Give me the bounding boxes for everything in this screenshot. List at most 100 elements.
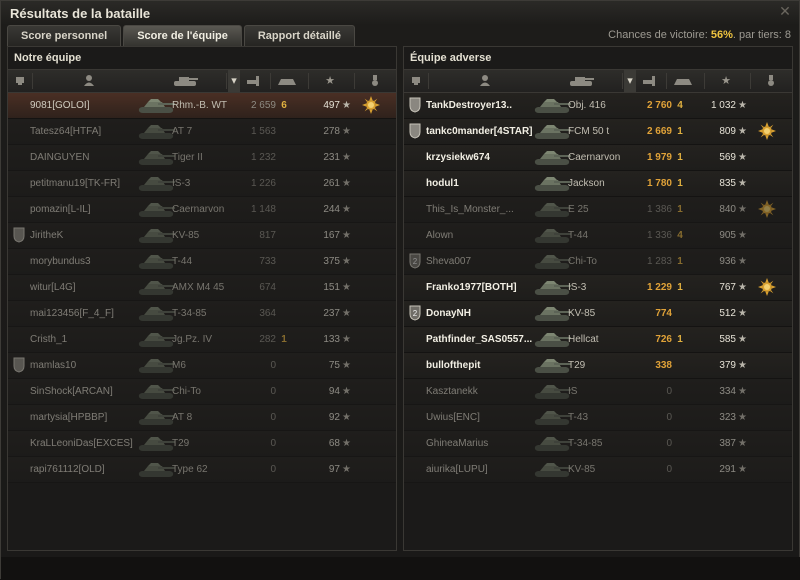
medal-icon[interactable] <box>752 70 790 92</box>
player-row[interactable]: KraLLeoniDas[EXCES] T29 0 68 ★ <box>8 431 396 457</box>
star-icon: ★ <box>738 438 747 449</box>
tank-icon[interactable] <box>540 70 622 92</box>
player-row[interactable]: Franko1977[BOTH] IS-3 1 229 1 767 ★ <box>404 275 792 301</box>
player-row[interactable]: 2 DonayNH KV-85 774 512 ★ <box>404 301 792 327</box>
svg-text:2: 2 <box>413 309 418 318</box>
player-row[interactable]: This_Is_Monster_... E 25 1 386 1 840 ★ <box>404 197 792 223</box>
score-value: 94 <box>328 386 340 397</box>
score-value: 278 <box>323 126 340 137</box>
score-value: 92 <box>328 412 340 423</box>
kills-value: 1 <box>677 126 683 137</box>
player-row[interactable]: Alown T-44 1 336 4 905 ★ <box>404 223 792 249</box>
player-row[interactable]: rapi761112[OLD] Type 62 0 97 ★ <box>8 457 396 483</box>
xp-value: 0 <box>270 464 276 475</box>
star-icon: ★ <box>342 204 351 215</box>
player-row[interactable]: DAINGUYEN Tiger II 1 232 231 ★ <box>8 145 396 171</box>
medal-icon[interactable] <box>356 70 394 92</box>
player-icon[interactable] <box>34 70 144 92</box>
player-row[interactable]: pomazin[L-IL] Caernarvon 1 148 244 ★ <box>8 197 396 223</box>
tank-icon <box>136 434 176 453</box>
player-row[interactable]: aiurika[LUPU] KV-85 0 291 ★ <box>404 457 792 483</box>
player-row[interactable]: Cristh_1 Jg.Pz. IV 282 1 133 ★ <box>8 327 396 353</box>
score-value: 167 <box>323 230 340 241</box>
victory-label: Chances de victoire: <box>608 29 708 41</box>
tank-icon <box>532 200 572 219</box>
star-icon: ★ <box>738 282 747 293</box>
sort-arrow-icon[interactable]: ▾ <box>624 70 636 92</box>
player-row[interactable]: hodul1 Jackson 1 780 1 835 ★ <box>404 171 792 197</box>
close-icon[interactable]: ✕ <box>777 4 793 18</box>
player-row[interactable]: GhineaMarius T-34-85 0 387 ★ <box>404 431 792 457</box>
player-row[interactable]: SinShock[ARCAN] Chi-To 0 94 ★ <box>8 379 396 405</box>
tank-icon <box>136 460 176 479</box>
star-icon[interactable]: ★ <box>706 70 746 92</box>
kills-value: 1 <box>281 334 287 345</box>
player-row[interactable]: TankDestroyer13.. Obj. 416 2 760 4 1 032 ★ <box>404 93 792 119</box>
tank-icon <box>532 122 572 141</box>
player-row[interactable]: witur[L4G] AMX M4 45 674 151 ★ <box>8 275 396 301</box>
player-row[interactable]: martysia[HPBBP] AT 8 0 92 ★ <box>8 405 396 431</box>
squad-icon[interactable] <box>10 70 30 92</box>
player-row[interactable]: JiritheK KV-85 817 167 ★ <box>8 223 396 249</box>
player-row[interactable]: Tatesz64[HTFA] AT 71 563 278 ★ <box>8 119 396 145</box>
damage-icon[interactable] <box>240 70 270 92</box>
player-icon[interactable] <box>430 70 540 92</box>
enemy-team-rows: TankDestroyer13.. Obj. 416 2 760 4 1 032 ★ tan… <box>404 93 792 483</box>
star-icon: ★ <box>342 126 351 137</box>
score-value: 1 032 <box>710 100 736 111</box>
xp-value: 1 226 <box>250 178 276 189</box>
xp-value: 0 <box>666 464 672 475</box>
score-value: 68 <box>328 438 340 449</box>
score-value: 767 <box>719 282 736 293</box>
kills-icon[interactable] <box>272 70 302 92</box>
xp-value: 1 563 <box>250 126 276 137</box>
star-icon: ★ <box>738 152 747 163</box>
xp-value: 2 760 <box>646 100 672 111</box>
tank-icon <box>532 174 572 193</box>
player-row[interactable]: morybundus3 T-44 733 375 ★ <box>8 249 396 275</box>
kills-value: 1 <box>677 152 683 163</box>
tab-personal-score[interactable]: Score personnel <box>7 25 122 46</box>
squad-icon[interactable] <box>406 70 426 92</box>
star-icon: ★ <box>738 178 747 189</box>
star-icon: ★ <box>738 386 747 397</box>
score-value: 835 <box>719 178 736 189</box>
shield-icon <box>12 357 26 373</box>
medal-icon <box>362 96 380 114</box>
player-row[interactable]: krzysiekw674 Caernarvon 1 979 1 569 ★ <box>404 145 792 171</box>
tab-detailed-report[interactable]: Rapport détaillé <box>243 25 355 46</box>
tank-icon <box>532 382 572 401</box>
player-row[interactable]: mai123456[F_4_F] T-34-85 364 237 ★ <box>8 301 396 327</box>
player-row[interactable]: Kasztanekk IS 0 334 ★ <box>404 379 792 405</box>
score-value: 936 <box>719 256 736 267</box>
tank-icon <box>136 408 176 427</box>
xp-value: 364 <box>259 308 276 319</box>
tab-team-score[interactable]: Score de l'équipe <box>123 25 242 46</box>
kills-value: 4 <box>677 100 683 111</box>
player-row[interactable]: 9081[GOLOI] Rhm.-B. WT 2 659 6 497 ★ <box>8 93 396 119</box>
victory-chance: Chances de victoire: 56%. par tiers: 8 <box>608 29 791 41</box>
star-icon: ★ <box>738 308 747 319</box>
score-value: 291 <box>719 464 736 475</box>
player-row[interactable]: mamlas10 M6 0 75 ★ <box>8 353 396 379</box>
xp-value: 1 336 <box>646 230 672 241</box>
shield-icon <box>408 123 422 139</box>
player-row[interactable]: bullofthepit T29 338 379 ★ <box>404 353 792 379</box>
xp-value: 774 <box>655 308 672 319</box>
player-row[interactable]: Uwius[ENC] T-43 0 323 ★ <box>404 405 792 431</box>
xp-value: 1 148 <box>250 204 276 215</box>
damage-icon[interactable] <box>636 70 666 92</box>
tank-icon[interactable] <box>144 70 226 92</box>
player-row[interactable]: petitmanu19[TK-FR] IS-3 1 226 261 ★ <box>8 171 396 197</box>
score-value: 334 <box>719 386 736 397</box>
sort-arrow-icon[interactable]: ▾ <box>228 70 240 92</box>
player-row[interactable]: Pathfinder_SAS0557... Hellcat 726 1 585 ★ <box>404 327 792 353</box>
player-row[interactable]: 2 Sheva007 Chi-To 1 283 1 936 ★ <box>404 249 792 275</box>
player-row[interactable]: tankc0mander[4STAR] FCM 50 t2 669 1 809 ★ <box>404 119 792 145</box>
our-team-rows: 9081[GOLOI] Rhm.-B. WT 2 659 6 497 ★ Tatesz64[… <box>8 93 396 483</box>
medal-icon <box>758 200 776 218</box>
tank-icon <box>136 200 176 219</box>
enemy-team-panel: Équipe adverse ▾ ★ TankDestroyer13.. Obj… <box>403 46 793 551</box>
star-icon[interactable]: ★ <box>310 70 350 92</box>
kills-icon[interactable] <box>668 70 698 92</box>
